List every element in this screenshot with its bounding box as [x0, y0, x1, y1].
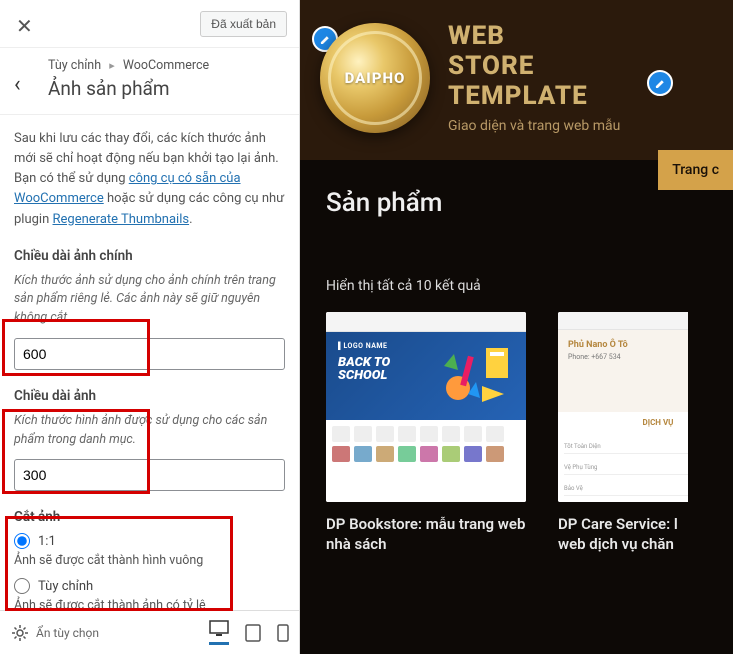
brand-badge: DAIPHO	[320, 23, 430, 133]
hero-section: DAIPHO WEB STORE TEMPLATE Giao diện và t…	[300, 0, 733, 160]
thumb-width-wrap	[14, 459, 285, 491]
tablet-icon[interactable]	[245, 624, 261, 642]
crop-option-1-1[interactable]: 1:1	[14, 533, 285, 549]
hide-options-toggle[interactable]: Ẩn tùy chọn	[10, 623, 99, 643]
edit-shortcut-icon[interactable]	[647, 70, 673, 96]
product-card[interactable]: ▌LOGO NAME BACK TOSCHOOL	[326, 312, 526, 555]
crop-radio-label-1-1: 1:1	[38, 534, 56, 549]
hero-line3: TEMPLATE	[448, 81, 588, 111]
product-grid: ▌LOGO NAME BACK TOSCHOOL	[326, 312, 707, 555]
product-title: DP Bookstore: mẫu trang web nhà sách	[326, 514, 526, 555]
mock-shelf	[326, 420, 526, 502]
crop-desc-1-1: Ảnh sẽ được cắt thành hình vuông	[14, 553, 285, 568]
panel-header: ‹ Tùy chỉnh ▸ WooCommerce Ảnh sản phẩm	[0, 48, 299, 115]
main-image-width-label: Chiều dài ảnh chính	[14, 248, 285, 264]
gear-icon	[10, 623, 30, 643]
crop-radio-custom[interactable]	[14, 578, 30, 594]
description-text: Sau khi lưu các thay đổi, các kích thước…	[14, 129, 285, 230]
mock-tagline: Phủ Nano Ô Tô	[568, 340, 688, 350]
section-title: Ảnh sản phẩm	[48, 77, 283, 100]
mock-browser-bar	[326, 312, 526, 332]
crop-option-custom[interactable]: Tùy chỉnh	[14, 578, 285, 594]
product-card[interactable]: XƯỞNG Ô TÔ Phủ Nano Ô Tô Phone: +667 534…	[558, 312, 688, 555]
panel-top-bar: ✕ Đã xuất bản	[0, 0, 299, 48]
link-regenerate-thumbnails[interactable]: Regenerate Thumbnails	[53, 212, 190, 227]
breadcrumb-parent: Tùy chỉnh	[48, 58, 101, 73]
hero-subtitle: Giao diện và trang web mẫu	[448, 118, 620, 134]
school-supplies-icon	[438, 342, 518, 410]
desc-p3: .	[189, 212, 192, 227]
desktop-icon[interactable]	[209, 620, 229, 645]
products-title: Sản phẩm	[326, 188, 707, 218]
crop-radio-1-1[interactable]	[14, 533, 30, 549]
main-image-width-wrap	[14, 338, 285, 370]
hero-line2: STORE	[448, 51, 534, 81]
thumb-width-input[interactable]	[14, 459, 285, 491]
device-preview-toggle	[209, 620, 289, 645]
mock-hero: ▌LOGO NAME BACK TOSCHOOL	[326, 332, 526, 420]
hero-line1: WEB	[448, 21, 505, 51]
panel-body: Sau khi lưu các thay đổi, các kích thước…	[0, 115, 299, 610]
thumb-width-label: Chiều dài ảnh	[14, 388, 285, 404]
mobile-icon[interactable]	[277, 624, 289, 642]
chevron-left-icon[interactable]: ‹	[14, 72, 21, 97]
hero-text: WEB STORE TEMPLATE Giao diện và trang we…	[448, 22, 620, 134]
crop-desc-custom: Ảnh sẽ được cắt thành ảnh có tỷ lệ	[14, 598, 285, 610]
hero-title: WEB STORE TEMPLATE	[448, 22, 620, 112]
mock-browser-bar: XƯỞNG Ô TÔ	[558, 312, 688, 330]
breadcrumb: Tùy chỉnh ▸ WooCommerce	[48, 58, 283, 73]
site-preview: DAIPHO WEB STORE TEMPLATE Giao diện và t…	[300, 0, 733, 654]
mock-phone: Phone: +667 534	[568, 353, 688, 361]
product-thumbnail: XƯỞNG Ô TÔ Phủ Nano Ô Tô Phone: +667 534…	[558, 312, 688, 502]
panel-footer: Ẩn tùy chọn	[0, 610, 299, 654]
publish-status-button[interactable]: Đã xuất bản	[200, 11, 287, 37]
cta-button[interactable]: Trang c	[658, 150, 733, 190]
mock-section-label: DỊCH VỤ	[564, 418, 688, 427]
main-image-width-help: Kích thước ảnh sử dụng cho ảnh chính trê…	[14, 272, 285, 328]
main-image-width-input[interactable]	[14, 338, 285, 370]
thumb-width-help: Kích thước hình ảnh được sử dụng cho các…	[14, 412, 285, 450]
crop-label: Cắt ảnh	[14, 509, 285, 525]
result-count: Hiển thị tất cả 10 kết quả	[326, 278, 707, 294]
close-icon[interactable]: ✕	[16, 14, 33, 38]
mock-body: DỊCH VỤ Tôt Toàn Diện Vệ Phụ Tùng Bảo Vệ	[558, 412, 688, 502]
chevron-right-icon: ▸	[104, 59, 120, 72]
mock-hero: Phủ Nano Ô Tô Phone: +667 534	[558, 330, 688, 412]
products-section: Sản phẩm Hiển thị tất cả 10 kết quả ▌LOG…	[300, 160, 733, 583]
brand-text: DAIPHO	[345, 69, 406, 87]
hide-options-label: Ẩn tùy chọn	[36, 626, 99, 640]
product-thumbnail: ▌LOGO NAME BACK TOSCHOOL	[326, 312, 526, 502]
customizer-panel: ✕ Đã xuất bản ‹ Tùy chỉnh ▸ WooCommerce …	[0, 0, 300, 654]
product-title: DP Care Service: l web dịch vụ chăn	[558, 514, 688, 555]
crop-radio-label-custom: Tùy chỉnh	[38, 579, 93, 594]
breadcrumb-child: WooCommerce	[123, 58, 209, 73]
